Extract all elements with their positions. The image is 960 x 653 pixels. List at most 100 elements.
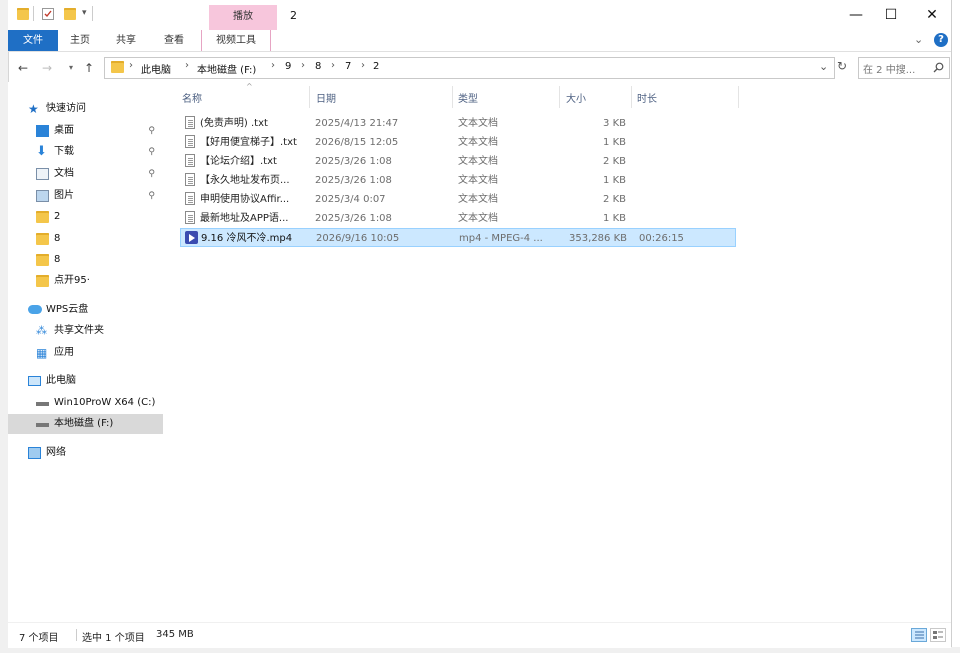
sort-arrow-icon: ^	[246, 82, 253, 91]
file-size: 1 KB	[603, 175, 626, 186]
refresh-icon[interactable]: ↻	[837, 59, 847, 73]
column-header-size[interactable]: 大小	[566, 90, 586, 110]
tab-file[interactable]: 文件	[8, 30, 58, 51]
folder-icon	[36, 275, 49, 287]
desktop-edge-right	[951, 0, 960, 653]
nav-item-drive-c[interactable]: Win10ProW X64 (C:)	[8, 393, 163, 413]
status-selected: 选中 1 个项目	[82, 633, 145, 644]
nav-wps-cloud[interactable]: WPS云盘	[8, 300, 163, 320]
nav-label: 下载	[54, 146, 74, 157]
tab-video-tools[interactable]: 视频工具	[201, 30, 271, 51]
breadcrumb-sep[interactable]: ›	[271, 60, 275, 71]
divider	[76, 629, 77, 641]
maximize-button[interactable]: ☐	[868, 2, 914, 28]
file-row[interactable]: 【好用便宜梯子】.txt 2026/8/15 12:05 文本文档 1 KB	[180, 133, 736, 152]
nav-item-apps[interactable]: ▦ 应用	[8, 343, 163, 363]
column-header-duration[interactable]: 时长	[637, 90, 657, 110]
file-row[interactable]: 申明使用协议Affir... 2025/3/4 0:07 文本文档 2 KB	[180, 190, 736, 209]
nav-label: 点开95·	[54, 275, 90, 286]
file-size: 2 KB	[603, 194, 626, 205]
nav-quick-access[interactable]: ★ 快速访问	[8, 99, 163, 119]
divider	[33, 6, 34, 21]
nav-item-folder-95[interactable]: 点开95·	[8, 271, 163, 291]
column-header-name[interactable]: 名称	[182, 90, 202, 110]
nav-item-folder-8b[interactable]: 8	[8, 250, 163, 270]
nav-label: 本地磁盘 (F:)	[54, 418, 114, 429]
breadcrumb-drive-f[interactable]: 本地磁盘 (F:)	[197, 61, 256, 76]
details-view-button[interactable]	[911, 628, 927, 642]
nav-this-pc[interactable]: 此电脑	[8, 371, 163, 391]
nav-item-shared-folder[interactable]: ⁂ 共享文件夹	[8, 321, 163, 341]
nav-item-documents[interactable]: 文档 ⚲	[8, 164, 163, 184]
drive-icon	[36, 423, 49, 427]
apps-icon: ▦	[36, 346, 48, 360]
properties-icon[interactable]	[42, 8, 54, 20]
column-header-type[interactable]: 类型	[458, 90, 478, 110]
pin-icon[interactable]: ⚲	[148, 186, 155, 206]
pin-icon[interactable]: ⚲	[148, 164, 155, 184]
context-tab-play[interactable]: 播放	[209, 5, 277, 30]
file-name: 9.16 冷风不冷.mp4	[201, 233, 293, 244]
network-icon	[28, 447, 41, 459]
tab-view[interactable]: 查看	[154, 30, 194, 51]
close-button[interactable]: ✕	[909, 2, 955, 28]
column-divider[interactable]	[559, 86, 560, 108]
column-divider[interactable]	[631, 86, 632, 108]
cloud-icon	[28, 305, 42, 314]
breadcrumb-folder-8[interactable]: 8	[315, 61, 321, 72]
ribbon-collapse-icon[interactable]: ⌄	[914, 33, 923, 46]
file-size: 1 KB	[603, 137, 626, 148]
share-icon: ⁂	[36, 324, 47, 337]
column-divider[interactable]	[309, 86, 310, 108]
file-row[interactable]: 【论坛介绍】.txt 2025/3/26 1:08 文本文档 2 KB	[180, 152, 736, 171]
column-divider[interactable]	[738, 86, 739, 108]
back-button[interactable]: ←	[14, 56, 32, 80]
folder-icon	[111, 61, 124, 73]
breadcrumb-sep[interactable]: ›	[185, 60, 189, 71]
address-dropdown-icon[interactable]: ⌄	[819, 60, 828, 73]
file-row[interactable]: (免责声明) .txt 2025/4/13 21:47 文本文档 3 KB	[180, 114, 736, 133]
nav-item-downloads[interactable]: ⬇ 下载 ⚲	[8, 142, 163, 162]
nav-label: 快速访问	[46, 103, 86, 114]
new-folder-icon[interactable]	[64, 8, 76, 20]
nav-item-pictures[interactable]: 图片 ⚲	[8, 186, 163, 206]
breadcrumb-sep[interactable]: ›	[331, 60, 335, 71]
nav-item-folder-2[interactable]: 2	[8, 207, 163, 227]
file-row-selected[interactable]: 9.16 冷风不冷.mp4 2026/9/16 10:05 mp4 - MPEG…	[180, 228, 736, 247]
picture-icon	[36, 190, 49, 202]
column-header-date[interactable]: 日期	[316, 90, 336, 110]
customize-qat-icon[interactable]: ▾	[82, 8, 87, 18]
search-input[interactable]: 在 2 中搜...	[858, 57, 950, 79]
nav-label: 桌面	[54, 125, 74, 136]
forward-button[interactable]: →	[38, 56, 56, 80]
nav-item-drive-f[interactable]: 本地磁盘 (F:)	[8, 414, 163, 434]
help-icon[interactable]: ?	[934, 33, 948, 47]
breadcrumb-folder-7[interactable]: 7	[345, 61, 351, 72]
breadcrumb-sep[interactable]: ›	[301, 60, 305, 71]
file-name: (免责声明) .txt	[200, 118, 268, 129]
tab-home[interactable]: 主页	[60, 30, 100, 51]
recent-locations-icon[interactable]: ▾	[62, 56, 80, 80]
folder-icon	[36, 211, 49, 223]
nav-item-folder-8a[interactable]: 8	[8, 229, 163, 249]
breadcrumb-folder-2[interactable]: 2	[373, 61, 379, 72]
nav-label: 8	[54, 233, 61, 244]
breadcrumb-folder-9[interactable]: 9	[285, 61, 291, 72]
pin-icon[interactable]: ⚲	[148, 142, 155, 162]
file-row[interactable]: 最新地址及APP语... 2025/3/26 1:08 文本文档 1 KB	[180, 209, 736, 228]
column-divider[interactable]	[452, 86, 453, 108]
up-button[interactable]: ↑	[80, 56, 98, 80]
breadcrumb-this-pc[interactable]: 此电脑	[141, 61, 171, 76]
file-date: 2025/3/26 1:08	[315, 213, 392, 224]
file-date: 2025/3/26 1:08	[315, 156, 392, 167]
breadcrumb-sep[interactable]: ›	[129, 60, 133, 71]
pin-icon[interactable]: ⚲	[148, 121, 155, 141]
address-bar[interactable]: › 此电脑 › 本地磁盘 (F:) › 9 › 8 › 7 › 2 ⌄	[104, 57, 835, 79]
breadcrumb-sep[interactable]: ›	[361, 60, 365, 71]
file-row[interactable]: 【永久地址发布页... 2025/3/26 1:08 文本文档 1 KB	[180, 171, 736, 190]
nav-network[interactable]: 网络	[8, 443, 163, 463]
file-type: 文本文档	[458, 137, 498, 148]
nav-item-desktop[interactable]: 桌面 ⚲	[8, 121, 163, 141]
large-icons-view-button[interactable]	[930, 628, 946, 642]
tab-share[interactable]: 共享	[106, 30, 146, 51]
